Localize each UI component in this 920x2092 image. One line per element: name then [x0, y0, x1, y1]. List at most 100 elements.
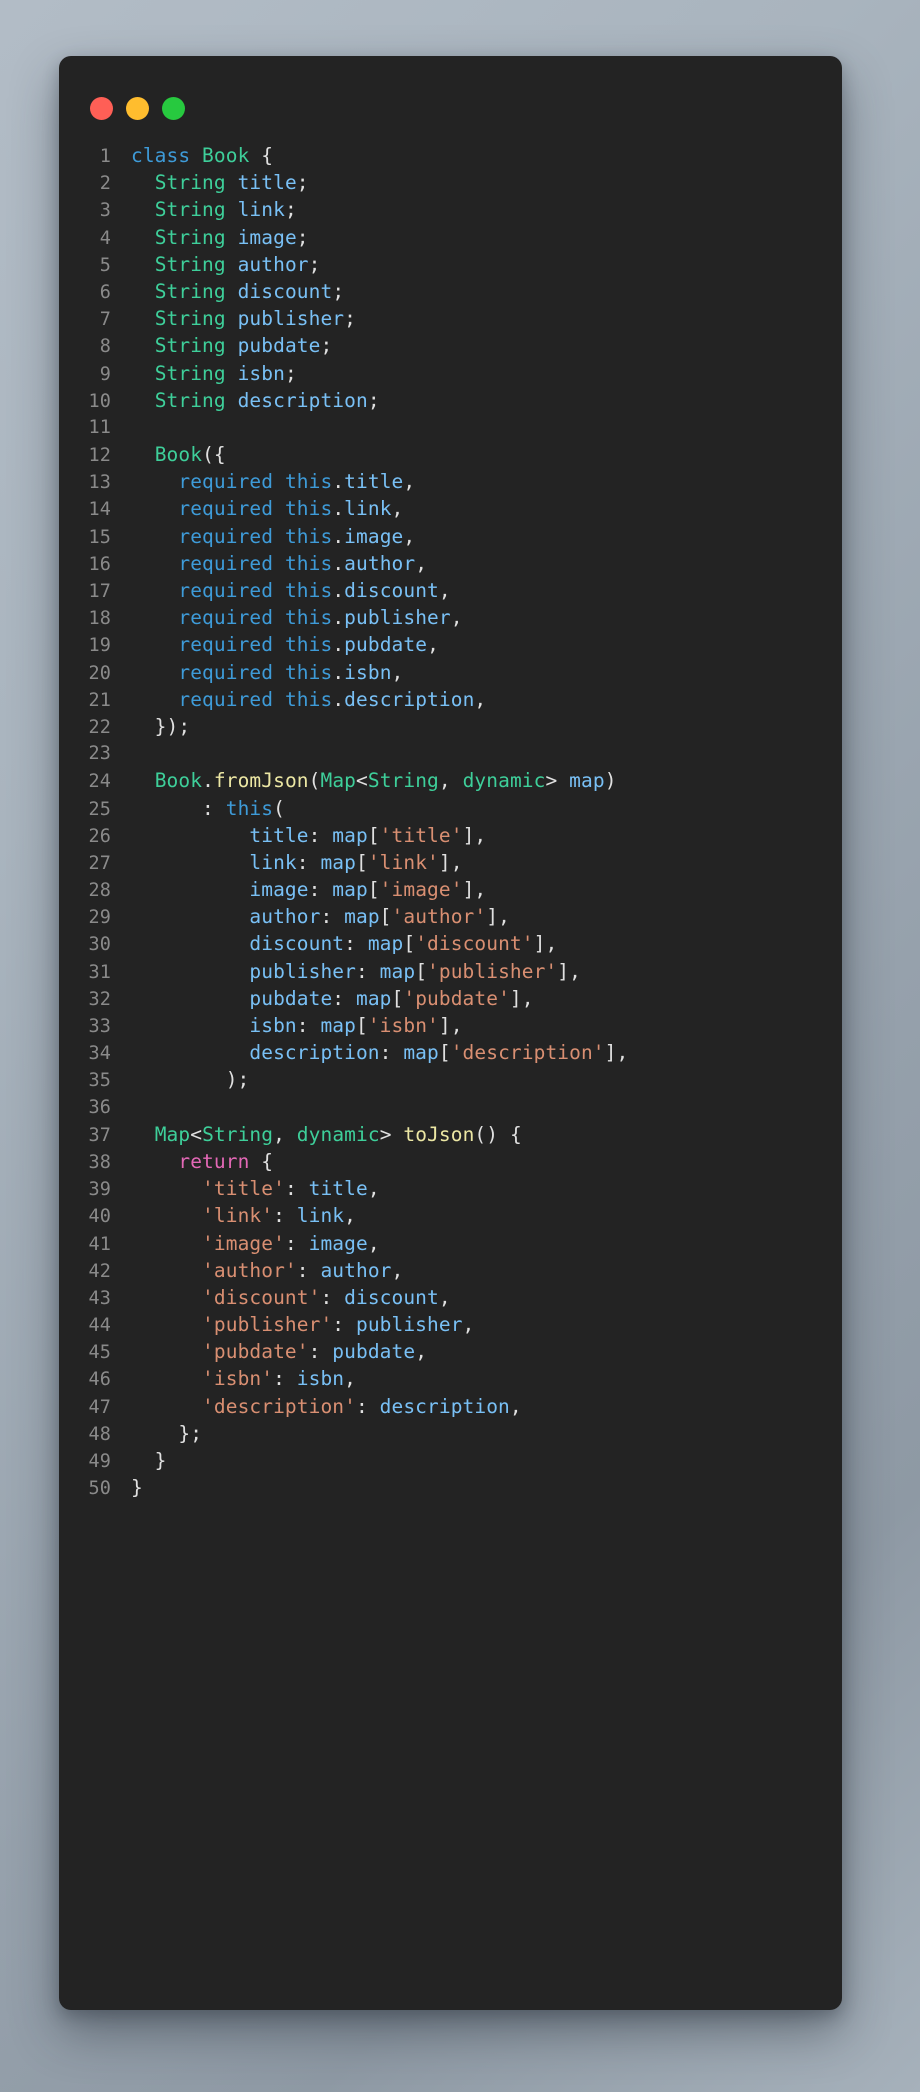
token-prop: map: [320, 1014, 356, 1037]
token-punct: [131, 389, 155, 412]
line-number: 50: [88, 1478, 111, 1500]
token-punct: ,: [509, 1394, 522, 1418]
code-line: 31 publisher: map['publisher'],: [59, 958, 832, 985]
line-content: discount: map['discount'],: [131, 930, 832, 957]
token-str: 'publisher': [427, 959, 558, 983]
token-prop: description: [249, 1041, 380, 1065]
code-line: 26 title: map['title'],: [59, 822, 832, 849]
token-punct: [131, 932, 249, 955]
token-punct: :: [296, 1014, 321, 1037]
token-prop: pubdate: [249, 986, 333, 1010]
code-line: 3 String link;: [59, 196, 832, 223]
token-prop: title: [344, 470, 404, 494]
line-content: isbn: map['isbn'],: [131, 1012, 832, 1039]
minimize-window-icon[interactable]: [126, 96, 149, 120]
token-punct: ;: [296, 171, 309, 195]
line-content: 'isbn': isbn,: [131, 1365, 832, 1392]
token-prop: map: [320, 850, 356, 874]
token-punct: ({: [202, 443, 226, 467]
code-line: 47 'description': description,: [59, 1393, 832, 1420]
token-punct: ;: [284, 198, 297, 222]
token-prop: link: [344, 497, 392, 521]
token-punct: :: [332, 986, 356, 1010]
line-number: 33: [88, 1016, 111, 1037]
line-number: 42: [88, 1260, 111, 1282]
line-number: 13: [88, 472, 111, 494]
code-line: 48 };: [59, 1420, 832, 1447]
code-line: 32 pubdate: map['pubdate'],: [59, 985, 832, 1012]
code-line: 40 'link': link,: [59, 1202, 832, 1229]
line-content: };: [131, 1420, 832, 1447]
line-content: String author;: [131, 251, 832, 278]
token-str: 'pubdate': [202, 1340, 309, 1364]
token-type: Map: [320, 769, 357, 793]
line-number: 35: [88, 1070, 111, 1092]
token-punct: [131, 987, 249, 1010]
line-content: }: [131, 1474, 832, 1501]
line-number: 49: [88, 1451, 111, 1472]
line-content: });: [131, 713, 832, 740]
code-line: 14 required this.link,: [59, 495, 832, 522]
line-content: return {: [131, 1148, 832, 1175]
line-number: 5: [99, 254, 111, 276]
code-line: 45 'pubdate': pubdate,: [59, 1338, 832, 1365]
token-punct: [226, 334, 238, 357]
code-line: 5 String author;: [59, 251, 832, 278]
line-number: 30: [88, 934, 111, 956]
token-punct: .: [332, 497, 345, 521]
token-punct: ],: [486, 905, 510, 929]
code-line: 38 return {: [59, 1148, 832, 1175]
token-punct: :: [308, 1340, 333, 1364]
token-punct: ,: [367, 1177, 380, 1201]
token-prop: author: [249, 905, 321, 929]
token-prop: description: [379, 1394, 510, 1418]
token-str: 'description': [202, 1394, 356, 1418]
token-kw: required: [178, 633, 274, 657]
token-punct: [273, 552, 285, 575]
token-punct: [: [367, 823, 380, 847]
code-line: 46 'isbn': isbn,: [59, 1365, 832, 1392]
close-window-icon[interactable]: [90, 96, 113, 120]
token-prop: publisher: [344, 606, 451, 630]
token-kw: required: [178, 470, 274, 494]
token-kw: required: [178, 497, 274, 521]
token-str: 'image': [202, 1231, 285, 1255]
maximize-window-icon[interactable]: [162, 96, 185, 120]
token-punct: [131, 1367, 202, 1390]
line-content: required this.image,: [131, 523, 832, 550]
token-punct: [131, 824, 249, 847]
line-number: 46: [88, 1369, 111, 1391]
code-line: 1 class Book {: [59, 142, 832, 169]
token-prop: title: [249, 823, 309, 847]
token-str: 'isbn': [367, 1014, 439, 1037]
code-block[interactable]: 1 class Book {2 String title; 3 String lin…: [59, 142, 842, 1501]
token-punct: [131, 226, 155, 249]
token-kw: required: [178, 524, 274, 548]
token-punct: [273, 661, 285, 684]
token-type: Book: [154, 769, 203, 793]
token-prop: isbn: [296, 1367, 345, 1391]
line-content: required this.author,: [131, 550, 832, 577]
line-number: 16: [88, 553, 111, 575]
code-line: 18 required this.publisher,: [59, 604, 832, 631]
code-line: 12 Book({: [59, 441, 832, 468]
code-line: 9 String isbn;: [59, 360, 832, 387]
line-content: 'publisher': publisher,: [131, 1311, 832, 1338]
token-punct: ;: [284, 361, 297, 385]
code-line: 35 );: [59, 1066, 832, 1093]
line-content: author: map['author'],: [131, 903, 832, 930]
token-punct: [: [379, 905, 392, 929]
token-punct: ,: [403, 524, 416, 548]
token-prop: image: [249, 878, 309, 902]
token-punct: [131, 1313, 202, 1336]
token-punct: [131, 552, 178, 575]
line-content: Book.fromJson(Map<String, dynamic> map): [131, 767, 832, 794]
token-punct: [273, 470, 285, 493]
token-punct: [273, 579, 285, 602]
code-line: 50}: [59, 1474, 832, 1501]
token-type: String: [154, 252, 226, 276]
code-line: 36: [59, 1094, 832, 1121]
token-kw: this: [284, 579, 333, 602]
line-number: 26: [88, 825, 111, 847]
token-prop: image: [237, 225, 297, 249]
